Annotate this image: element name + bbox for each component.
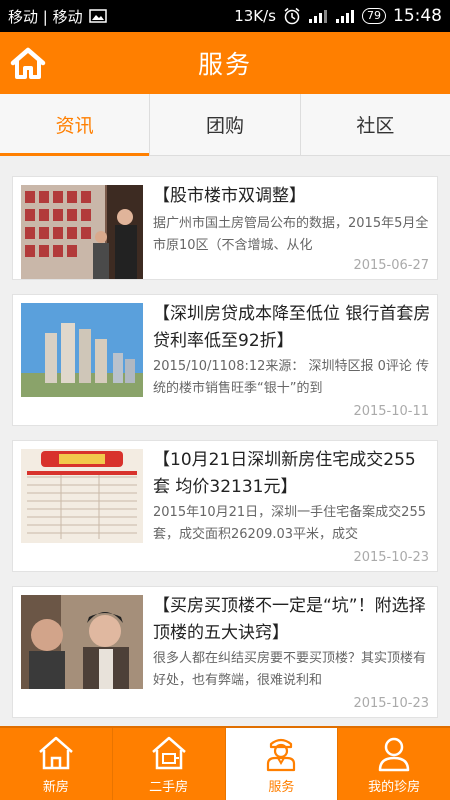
page-title: 服务 xyxy=(197,50,252,79)
category-tabs: 资讯 团购 社区 xyxy=(0,94,450,156)
news-date: 2015-10-11 xyxy=(353,404,429,419)
news-date: 2015-10-23 xyxy=(353,696,429,711)
image-notification-icon xyxy=(88,9,107,23)
news-summary: 很多人都在纠结买房要不要买顶楼？其实顶楼有好处，也有弊端，很难说利和 xyxy=(153,651,427,688)
tab-news[interactable]: 资讯 xyxy=(0,94,151,156)
tabbar-label: 二手房 xyxy=(149,779,189,795)
service-person-icon xyxy=(267,738,296,771)
bottom-tab-bar: 新房 二手房 服务 我的珍房 xyxy=(0,726,450,800)
clock: 15:48 xyxy=(393,6,442,26)
tabbar-label: 新房 xyxy=(42,779,69,795)
news-list: 【股市楼市双调整】 据广州市国土房管局公布的数据，2015年5月全市原10区（不… xyxy=(0,156,450,726)
house-icon xyxy=(39,736,73,769)
news-thumbnail xyxy=(21,595,143,689)
news-summary: 2015/10/1108:12来源： 深圳特区报 0评论 传统的楼市销售旺季“银… xyxy=(153,359,430,396)
alarm-icon xyxy=(284,7,300,25)
battery-level: 79 xyxy=(362,8,386,24)
tabbar-item-new-house[interactable]: 新房 xyxy=(0,728,113,800)
tabbar-item-service[interactable]: 服务 xyxy=(225,728,339,800)
news-item[interactable]: 【股市楼市双调整】 据广州市国土房管局公布的数据，2015年5月全市原10区（不… xyxy=(12,176,438,280)
signal-icon xyxy=(336,10,354,23)
network-speed: 13K/s xyxy=(234,7,276,25)
tabbar-label: 服务 xyxy=(268,779,295,795)
tab-community[interactable]: 社区 xyxy=(301,94,450,155)
app-header: 服务 xyxy=(0,32,450,94)
news-date: 2015-10-23 xyxy=(353,550,429,565)
tabbar-item-my-account[interactable]: 我的珍房 xyxy=(338,728,450,800)
second-hand-house-icon xyxy=(151,736,186,769)
news-title: 【股市楼市双调整】 xyxy=(153,186,306,206)
tabbar-label: 我的珍房 xyxy=(368,779,421,795)
news-title: 【10月21日深圳新房住宅成交255套 均价32131元】 xyxy=(153,450,416,497)
news-date: 2015-06-27 xyxy=(353,258,429,273)
news-thumbnail xyxy=(21,185,143,279)
home-button[interactable] xyxy=(8,43,48,83)
carrier-label: 移动 | 移动 xyxy=(8,7,83,26)
news-item[interactable]: 【10月21日深圳新房住宅成交255套 均价32131元】 2015年10月21… xyxy=(12,440,438,572)
status-bar: 移动 | 移动 13K/s 79 15:48 xyxy=(0,0,450,32)
user-icon xyxy=(378,737,410,771)
home-icon xyxy=(10,47,46,79)
news-title: 【买房买顶楼不一定是“坑”！附选择顶楼的五大诀窍】 xyxy=(153,596,426,643)
news-summary: 2015年10月21日，深圳一手住宅备案成交255套，成交面积26209.03平… xyxy=(153,505,426,542)
news-item[interactable]: 【深圳房贷成本降至低位 银行首套房贷利率低至92折】 2015/10/1108:… xyxy=(12,294,438,426)
news-title: 【深圳房贷成本降至低位 银行首套房贷利率低至92折】 xyxy=(153,304,431,351)
news-thumbnail xyxy=(21,449,143,543)
news-item[interactable]: 【买房买顶楼不一定是“坑”！附选择顶楼的五大诀窍】 很多人都在纠结买房要不要买顶… xyxy=(12,586,438,718)
news-thumbnail xyxy=(21,303,143,397)
news-summary: 据广州市国土房管局公布的数据，2015年5月全市原10区（不含增城、从化 xyxy=(153,216,429,253)
wifi-icon xyxy=(309,10,327,23)
tabbar-item-second-hand[interactable]: 二手房 xyxy=(113,728,226,800)
tab-group-buy[interactable]: 团购 xyxy=(150,94,301,155)
